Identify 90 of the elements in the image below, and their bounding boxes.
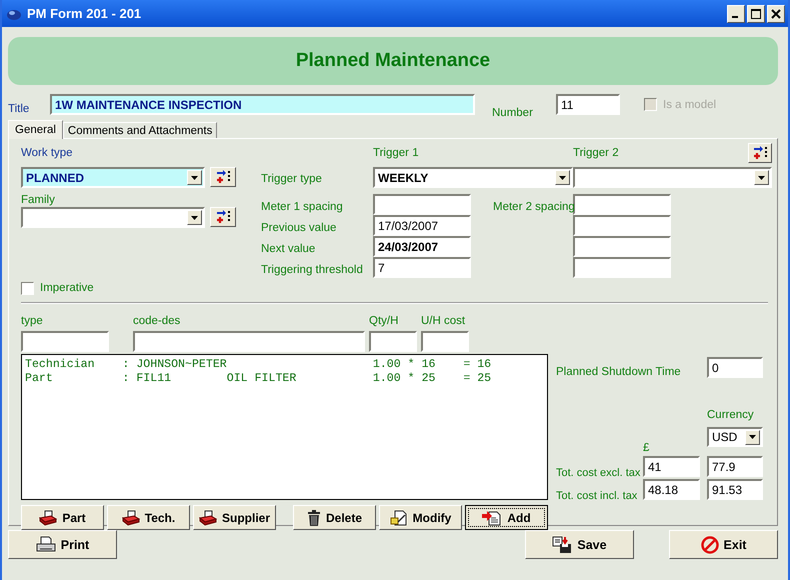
field-label: Meter 1 spacing <box>261 201 344 215</box>
trigger-field[interactable] <box>573 257 671 278</box>
family-dropdown[interactable] <box>21 207 205 228</box>
picker-button[interactable] <box>748 143 772 163</box>
maximize-icon <box>751 8 761 18</box>
picker-button[interactable] <box>210 207 236 227</box>
field-label: Next value <box>261 243 316 257</box>
field-label: Title <box>8 103 30 115</box>
trigger-field[interactable] <box>573 236 671 257</box>
save-icon <box>552 536 572 554</box>
close-icon <box>771 8 781 18</box>
tray-icon <box>122 510 140 526</box>
checkbox[interactable] <box>21 282 34 294</box>
field-label: Meter 2 spacing <box>493 201 573 215</box>
shutdown-field[interactable]: 0 <box>707 357 763 378</box>
close-button[interactable] <box>767 4 785 22</box>
arrow-plus-icon <box>215 210 231 224</box>
field-label: Family <box>21 194 55 206</box>
dropdown-arrow-icon <box>191 216 198 220</box>
edit-icon <box>390 510 408 526</box>
cost-field[interactable]: 91.53 <box>707 479 763 500</box>
list-line[interactable]: Technician : JOHNSON~PETER 1.00 * 16 = 16 <box>25 358 544 372</box>
field-label: Number <box>492 107 534 119</box>
picker-button[interactable] <box>210 167 236 187</box>
arrow-plus-icon <box>215 170 231 184</box>
currency-symbol: £ <box>643 442 650 456</box>
trigger-dropdown[interactable]: WEEKLY <box>373 167 573 188</box>
add-document-icon <box>482 510 502 526</box>
currency-dropdown[interactable]: USD <box>707 427 763 447</box>
dropdown-arrow-icon <box>749 435 756 439</box>
field-label: U/H cost <box>421 315 466 329</box>
action-button[interactable]: Modify <box>379 505 462 530</box>
field-label: Tot. cost excl. tax <box>556 467 642 479</box>
cost-field[interactable]: 48.18 <box>643 479 700 500</box>
number-field[interactable]: 11 <box>556 94 620 115</box>
trigger-dropdown[interactable] <box>573 167 772 188</box>
entry-field[interactable] <box>133 331 365 352</box>
entry-field[interactable] <box>421 331 469 352</box>
title-field[interactable]: 1W MAINTENANCE INSPECTION <box>50 94 475 115</box>
trigger-field[interactable]: 17/03/2007 <box>373 215 471 236</box>
work-type-dropdown[interactable]: PLANNED <box>21 167 205 188</box>
footer-button[interactable]: Save <box>525 530 634 559</box>
action-button[interactable]: Delete <box>293 505 376 530</box>
tray-icon <box>39 510 58 526</box>
field-label: code-des <box>133 315 182 329</box>
trigger-field[interactable]: 24/03/2007 <box>373 236 471 257</box>
trigger-field[interactable] <box>573 215 671 236</box>
dropdown-arrow-icon <box>758 176 765 180</box>
checkbox-label: Imperative <box>40 282 94 294</box>
no-entry-icon <box>700 536 719 554</box>
field-label: type <box>21 315 44 329</box>
field-label: Planned Shutdown Time <box>556 366 681 378</box>
dropdown-arrow-icon <box>559 176 566 180</box>
field-label: Work type <box>21 147 74 159</box>
trigger-field[interactable]: 7 <box>373 257 471 278</box>
cost-field[interactable]: 41 <box>643 456 700 477</box>
window-title: PM Form 201 - 201 <box>27 6 142 21</box>
action-button[interactable]: Tech. <box>107 505 190 530</box>
entry-field[interactable] <box>369 331 417 352</box>
maximize-button[interactable] <box>747 4 765 22</box>
field-label: Trigger 1 <box>373 147 420 159</box>
arrow-plus-icon <box>752 146 768 160</box>
action-button[interactable]: Add <box>465 505 548 530</box>
cost-field[interactable]: 77.9 <box>707 456 763 477</box>
field-label: Currency <box>707 409 755 423</box>
field-label: Trigger 2 <box>573 147 620 159</box>
action-button[interactable]: Supplier <box>193 505 276 530</box>
footer-button[interactable]: Print <box>8 530 117 559</box>
field-label: Triggering threshold <box>261 264 364 278</box>
header-banner: Planned Maintenance <box>8 37 778 85</box>
tab[interactable]: General <box>8 120 63 139</box>
printer-icon <box>36 536 56 554</box>
minimize-icon <box>732 16 738 18</box>
field-label: Qty/H <box>369 315 400 329</box>
tab[interactable]: Comments and Attachments <box>62 122 218 138</box>
action-button[interactable]: Part <box>21 505 104 530</box>
trigger-field[interactable] <box>373 194 471 215</box>
footer-button[interactable]: Exit <box>669 530 778 559</box>
trash-icon <box>306 510 321 526</box>
list-line[interactable]: Part : FIL11 OIL FILTER 1.00 * 25 = 25 <box>25 372 544 386</box>
trigger-field[interactable] <box>573 194 671 215</box>
checkbox-label: Is a model <box>663 98 716 110</box>
tray-icon <box>198 510 217 526</box>
entry-field[interactable] <box>21 331 109 352</box>
field-label: Tot. cost incl. tax <box>556 490 638 502</box>
minimize-button[interactable] <box>727 4 745 22</box>
dropdown-arrow-icon <box>191 176 198 180</box>
field-label: Trigger type <box>261 173 323 187</box>
field-label: Previous value <box>261 222 338 236</box>
items-list[interactable]: Technician : JOHNSON~PETER 1.00 * 16 = 16 Part : FIL11 OIL FILTER 1.00 * 25 = 25 <box>21 354 548 500</box>
